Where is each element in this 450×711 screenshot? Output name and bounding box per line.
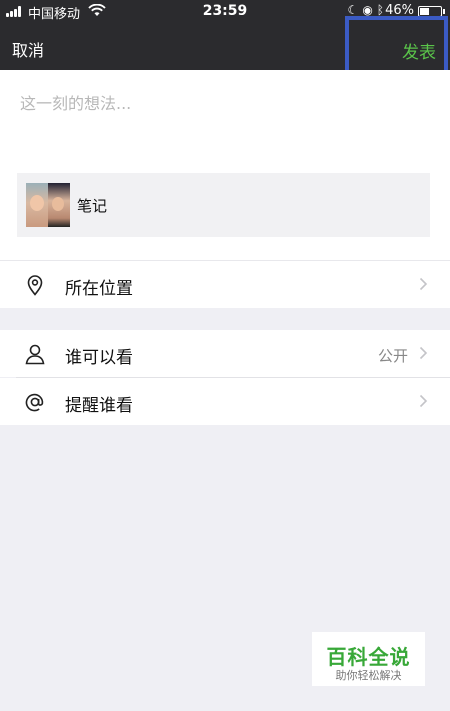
rotation-lock-icon: ◉ [362,3,377,17]
visibility-value: 公开 [377,347,408,365]
post-text-input[interactable]: 这一刻的想法... [20,90,131,114]
watermark-title: 百科全说 [326,645,411,669]
attachment-thumbnail [26,183,70,227]
location-pin-icon [27,275,43,296]
status-icons: ☾◉ᛒ [348,3,388,17]
visibility-row[interactable]: 谁可以看 公开 [0,330,450,377]
mention-label: 提醒谁看 [65,396,133,416]
compose-card: 这一刻的想法... 笔记 [0,70,450,260]
cancel-button[interactable]: 取消 [12,37,44,61]
mention-row[interactable]: 提醒谁看 [0,378,450,425]
attachment-card[interactable]: 笔记 [17,173,430,237]
location-label: 所在位置 [65,279,133,299]
publish-highlight-box: 发表 [345,16,448,74]
chevron-right-icon [419,277,428,291]
chevron-right-icon [419,346,428,360]
person-icon [25,344,45,365]
visibility-label: 谁可以看 [65,348,133,368]
attachment-label: 笔记 [77,197,108,215]
chevron-right-icon [419,394,428,408]
at-icon [25,393,44,412]
location-row[interactable]: 所在位置 [0,261,450,308]
watermark-subtitle: 助你轻松解决 [335,669,402,682]
moon-icon: ☾ [347,3,363,17]
battery-fill [420,8,429,15]
publish-button[interactable]: 发表 [402,38,436,63]
watermark: 百科全说 助你轻松解决 [312,632,425,686]
top-bar: 中国移动 23:59 ☾◉ᛒ 46% 取消 发表 [0,0,450,74]
